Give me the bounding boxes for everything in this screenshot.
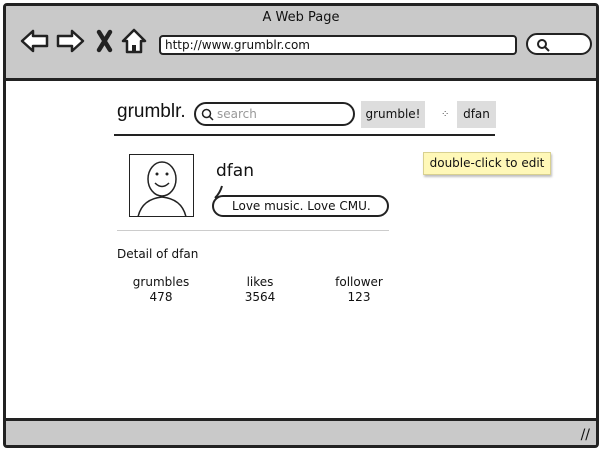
grumble-button[interactable]: grumble! xyxy=(361,101,425,128)
stat-follower[interactable]: follower 123 xyxy=(314,275,404,305)
url-bar[interactable]: http://www.grumblr.com xyxy=(159,35,517,55)
back-arrow-icon[interactable] xyxy=(20,26,50,56)
browser-search-field[interactable] xyxy=(526,33,592,55)
stat-label: follower xyxy=(335,275,383,289)
resize-grip-icon[interactable]: // xyxy=(581,427,590,443)
stat-label: likes xyxy=(246,275,274,289)
window-title: A Web Page xyxy=(262,10,340,25)
browser-window: A Web Page http://www.grumblr.com grumbl… xyxy=(3,3,599,448)
profile-divider xyxy=(117,230,389,231)
browser-chrome: A Web Page http://www.grumblr.com xyxy=(6,6,596,81)
search-placeholder: search xyxy=(217,107,257,121)
profile-name: dfan xyxy=(216,161,254,181)
search-icon xyxy=(537,39,550,52)
stat-grumbles[interactable]: grumbles 478 xyxy=(116,275,206,305)
stat-likes[interactable]: likes 3564 xyxy=(215,275,305,305)
user-menu-button[interactable]: dfan xyxy=(457,101,496,128)
edit-tooltip: double-click to edit xyxy=(423,152,551,175)
stat-value: 478 xyxy=(149,290,173,304)
header-divider xyxy=(114,134,495,137)
forward-arrow-icon[interactable] xyxy=(55,26,85,56)
site-logo[interactable]: grumblr. xyxy=(117,101,186,123)
detail-title: Detail of dfan xyxy=(117,247,199,261)
site-search-input[interactable]: search xyxy=(194,102,355,126)
home-icon[interactable] xyxy=(120,26,150,56)
stat-label: grumbles xyxy=(132,275,190,289)
profile-bio[interactable]: Love music. Love CMU. xyxy=(212,195,389,217)
search-icon xyxy=(201,108,214,121)
avatar[interactable] xyxy=(129,154,194,217)
stat-value: 123 xyxy=(347,290,371,304)
loading-spinner-icon: ⁘ xyxy=(441,109,450,120)
stat-value: 3564 xyxy=(244,290,276,304)
status-bar: // xyxy=(6,418,596,445)
page-content: grumblr. search grumble! ⁘ dfan dfan Lov… xyxy=(6,81,596,421)
